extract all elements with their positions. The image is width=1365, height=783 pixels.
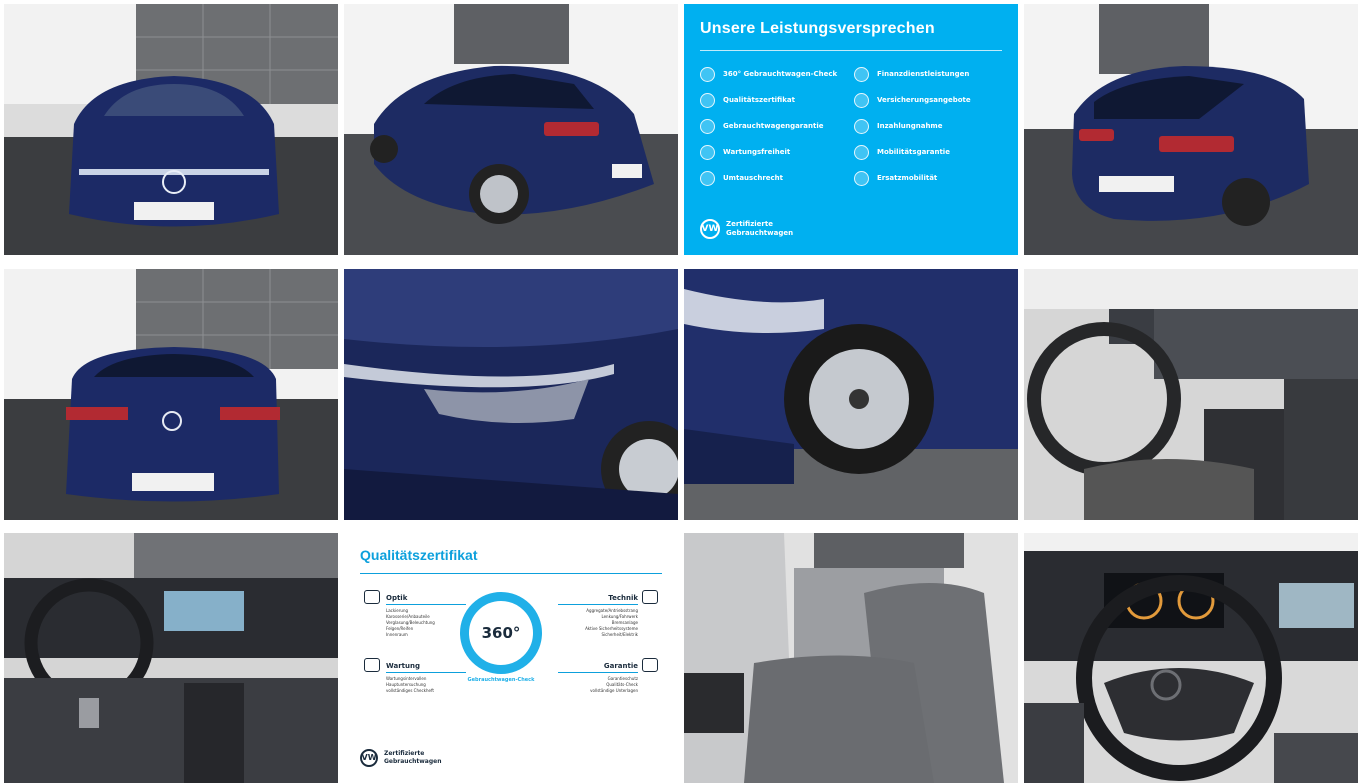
photo-front-wheel-detail[interactable]	[684, 269, 1018, 520]
photo-front-view[interactable]	[4, 4, 338, 255]
wrench-icon	[364, 658, 380, 672]
tradein-icon	[854, 118, 869, 134]
quality-body: Optik Lackierung Karosserie/Anbauteile V…	[360, 574, 662, 724]
quality-title: Qualitätszertifikat	[360, 547, 478, 563]
quality-section-optik: Optik Lackierung Karosserie/Anbauteile V…	[386, 594, 466, 638]
promise-item: Qualitätszertifikat	[700, 87, 848, 113]
promise-item: Finanzdienstleistungen	[854, 61, 1002, 87]
promise-item: Inzahlungnahme	[854, 113, 1002, 139]
shield-icon	[700, 118, 715, 134]
promise-title: Unsere Leistungsversprechen	[700, 20, 935, 37]
photo-interior-driver-side[interactable]	[1024, 269, 1358, 520]
check-360-icon	[700, 66, 715, 82]
insurance-icon	[854, 92, 869, 108]
finance-icon	[854, 66, 869, 82]
swap-icon	[700, 170, 715, 186]
car-inspect-icon	[364, 590, 380, 604]
replacement-car-icon	[854, 170, 869, 186]
quality-section-garantie: Garantie Garantieschutz Qualitäts-Check …	[552, 662, 638, 694]
photo-headlight-detail[interactable]	[344, 269, 678, 520]
vw-logo-icon: VW	[700, 219, 720, 239]
quality-section-wartung: Wartung Wartungsintervallen Hauptuntersu…	[386, 662, 466, 694]
shield-check-icon	[642, 658, 658, 672]
quality-section-technik: Technik Aggregate/Antriebsstrang Lenkung…	[552, 594, 638, 638]
promise-item: Versicherungsangebote	[854, 87, 1002, 113]
photo-rear-right-view[interactable]	[1024, 4, 1358, 255]
photo-rear-view[interactable]	[4, 269, 338, 520]
promise-divider	[700, 50, 1002, 51]
promise-item: Umtauschrecht	[700, 165, 848, 191]
certificate-icon	[700, 92, 715, 108]
photo-rear-seats[interactable]	[684, 533, 1018, 783]
mobility-icon	[854, 144, 869, 160]
check-360-badge: 360°	[460, 592, 542, 674]
promise-list-left: 360° Gebrauchtwagen-Check Qualitätszerti…	[700, 61, 848, 191]
car-technik-icon	[642, 590, 658, 604]
quality-footer: VW Zertifizierte Gebrauchtwagen	[360, 749, 442, 767]
ring-text: Gebrauchtwagen-Check	[467, 677, 535, 683]
promise-footer: VW Zertifizierte Gebrauchtwagen	[700, 219, 794, 239]
vw-logo-icon: VW	[360, 749, 378, 767]
photo-steering-wheel-closeup[interactable]	[1024, 533, 1358, 783]
photo-rear-left-view[interactable]	[344, 4, 678, 255]
photo-gallery: Unsere Leistungsversprechen 360° Gebrauc…	[0, 0, 1365, 783]
promise-item: 360° Gebrauchtwagen-Check	[700, 61, 848, 87]
promise-item: Wartungsfreiheit	[700, 139, 848, 165]
promise-item: Gebrauchtwagengarantie	[700, 113, 848, 139]
quality-certificate-panel: Qualitätszertifikat Optik Lackierung Kar…	[344, 533, 678, 783]
wrench-icon	[700, 144, 715, 160]
promise-item: Ersatzmobilität	[854, 165, 1002, 191]
promise-panel: Unsere Leistungsversprechen 360° Gebrauc…	[684, 4, 1018, 255]
promise-item: Mobilitätsgarantie	[854, 139, 1002, 165]
photo-cockpit-view[interactable]	[4, 533, 338, 783]
promise-list-right: Finanzdienstleistungen Versicherungsange…	[854, 61, 1002, 191]
